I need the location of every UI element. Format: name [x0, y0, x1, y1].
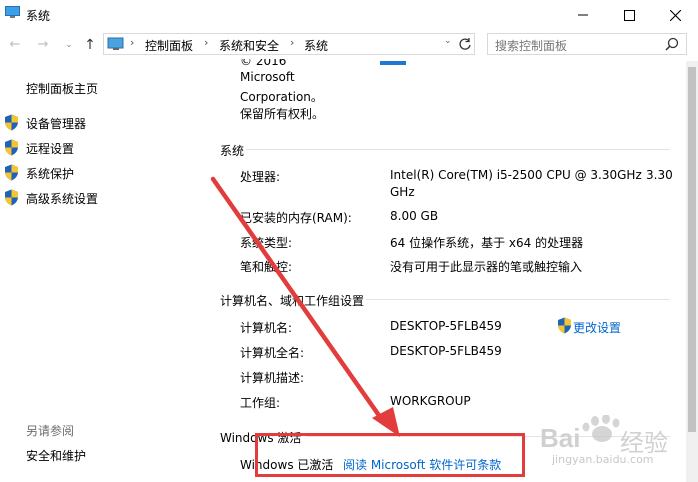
- annotation-highlight-box: [255, 433, 525, 477]
- watermark-brand: Bai: [540, 423, 581, 453]
- watermark-url: jingyan.baidu.com: [552, 453, 654, 466]
- annotation-arrow: [210, 176, 400, 437]
- baidu-watermark: Bai 经验 jingyan.baidu.com: [540, 415, 690, 475]
